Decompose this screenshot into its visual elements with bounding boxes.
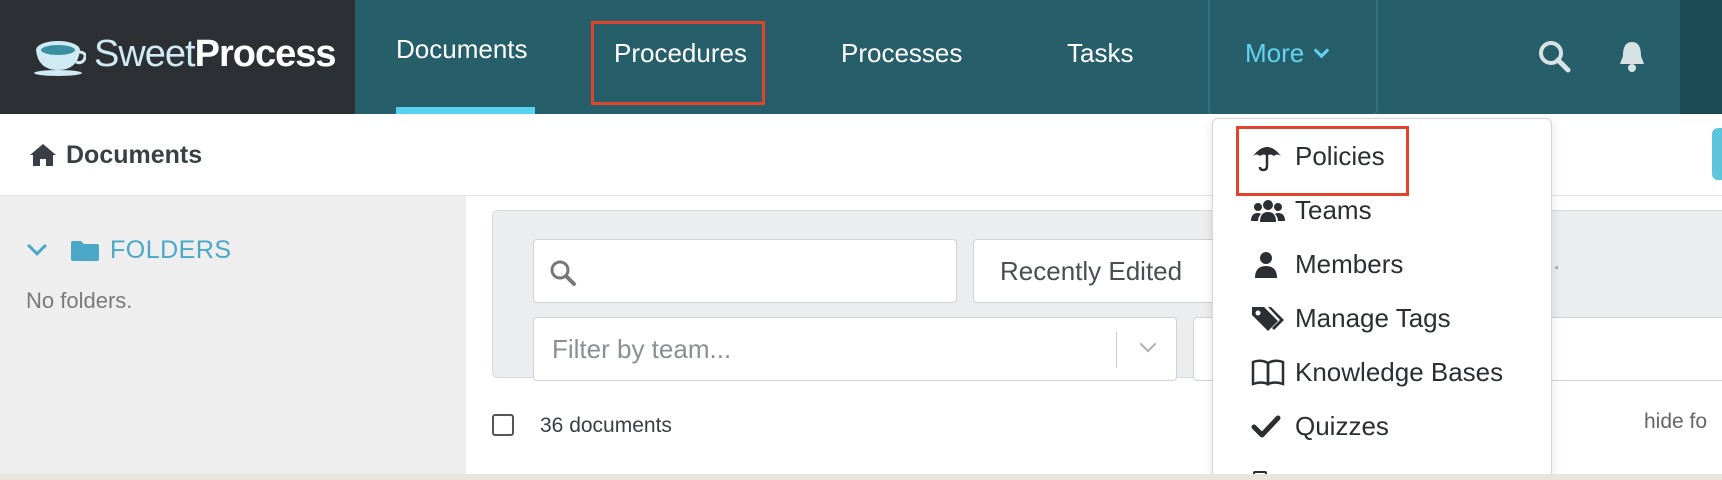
menu-item-label: Knowledge Bases: [1295, 357, 1504, 387]
document-count: 36 documents: [540, 414, 672, 437]
chevron-down-icon: [1139, 335, 1157, 353]
nav-documents[interactable]: Documents: [396, 34, 528, 65]
search-icon[interactable]: [1536, 38, 1572, 74]
active-tab-indicator: [396, 107, 535, 114]
menu-item-label: Quizzes: [1295, 411, 1389, 441]
bell-icon[interactable]: [1614, 38, 1650, 74]
nav-more-button[interactable]: More: [1245, 38, 1330, 69]
folders-label: FOLDERS: [110, 236, 232, 264]
folders-sidebar: FOLDERS No folders.: [0, 196, 466, 480]
logo-process: Process: [194, 33, 337, 75]
teacup-logo-icon: [34, 41, 86, 76]
menu-item-label: Manage Tags: [1295, 303, 1451, 333]
top-navigation-bar: SweetProcess Documents Procedures Proces…: [0, 0, 1680, 116]
tags-icon: [1251, 304, 1285, 334]
search-input[interactable]: [533, 239, 957, 303]
nav-processes[interactable]: Processes: [841, 38, 962, 69]
team-filter-select[interactable]: Filter by team...: [533, 317, 1177, 381]
highlight-procedures: [591, 21, 765, 105]
home-icon[interactable]: [28, 142, 58, 168]
logo[interactable]: SweetProcess: [0, 0, 355, 114]
select-separator: [1116, 332, 1117, 368]
nav-right-edge: [1680, 0, 1722, 114]
select-all-checkbox[interactable]: [492, 414, 514, 436]
chevron-down-icon: [27, 235, 47, 256]
logo-wordmark: SweetProcess: [94, 33, 337, 76]
logo-sweet: Sweet: [94, 33, 196, 75]
nav-tasks[interactable]: Tasks: [1067, 38, 1133, 69]
folder-icon: [71, 240, 99, 261]
nav-more-label: More: [1245, 38, 1305, 68]
highlight-policies: [1236, 126, 1409, 196]
menu-item-label: Members: [1295, 249, 1404, 279]
check-icon: [1251, 412, 1285, 442]
menu-item-members[interactable]: Members: [1251, 249, 1403, 280]
users-icon: [1251, 196, 1285, 226]
folders-toggle[interactable]: FOLDERS: [27, 235, 232, 265]
page-title: Documents: [66, 141, 203, 169]
menu-item-teams[interactable]: Teams: [1251, 195, 1372, 226]
book-icon: [1251, 358, 1285, 388]
menu-item-quizzes[interactable]: Quizzes: [1251, 411, 1389, 442]
search-icon: [550, 260, 576, 286]
side-panel-tab[interactable]: [1712, 128, 1722, 180]
hide-folders-link[interactable]: hide fo: [1644, 410, 1707, 434]
team-filter-placeholder: Filter by team...: [552, 334, 732, 364]
menu-item-knowledge-bases[interactable]: Knowledge Bases: [1251, 357, 1503, 388]
user-icon: [1251, 250, 1285, 280]
empty-folders-text: No folders.: [26, 288, 133, 313]
window-bottom-edge: [0, 474, 1722, 480]
menu-item-label: Teams: [1295, 195, 1372, 225]
menu-item-manage-tags[interactable]: Manage Tags: [1251, 303, 1451, 334]
chevron-down-icon: [1313, 42, 1330, 59]
